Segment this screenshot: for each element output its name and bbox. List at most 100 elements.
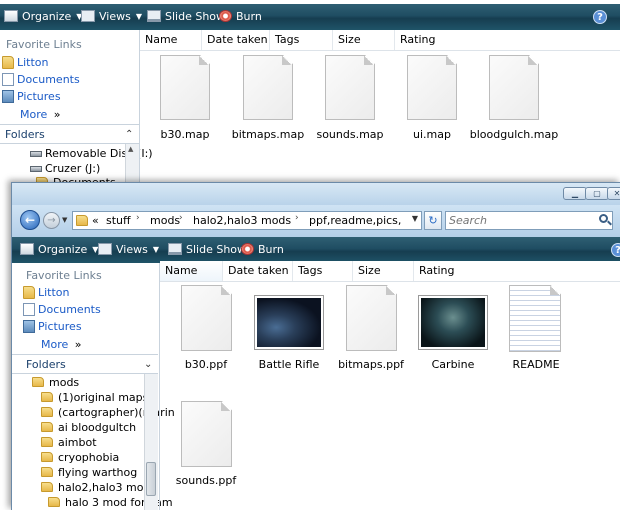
- column-tags[interactable]: Tags: [293, 261, 353, 281]
- battle-rifle-image: [257, 298, 321, 347]
- more-links[interactable]: More »: [41, 337, 82, 353]
- navigation-pane: Favorite Links Litton Documents Pictures…: [0, 30, 153, 189]
- documents-icon: [23, 303, 35, 316]
- organize-button[interactable]: Organize ▼: [4, 9, 82, 25]
- search-box[interactable]: [445, 211, 613, 230]
- slideshow-icon: [147, 10, 161, 22]
- slideshow-button[interactable]: Slide Show: [168, 242, 246, 258]
- chevron-up-icon: ⌃: [125, 129, 134, 140]
- folder-icon: [2, 56, 14, 69]
- burn-button[interactable]: Burn: [219, 9, 262, 25]
- organize-icon: [20, 243, 34, 255]
- column-name[interactable]: Name: [140, 30, 202, 50]
- folder-icon: [41, 452, 53, 462]
- views-icon: [81, 10, 95, 22]
- views-icon: [98, 243, 112, 255]
- pictures-icon: [2, 90, 14, 103]
- folder-icon: [41, 407, 53, 417]
- image-thumbnail: [254, 295, 324, 350]
- folder-icon: [76, 215, 88, 226]
- breadcrumb-separator-icon[interactable]: ›: [136, 213, 140, 223]
- pane-divider: [139, 30, 140, 182]
- image-thumbnail: [418, 295, 488, 350]
- address-bar[interactable]: « stuff › mods › halo2,halo3 mods › ppf,…: [72, 211, 422, 230]
- address-bar-row: ← → ▼ « stuff › mods › halo2,halo3 mods …: [12, 205, 620, 237]
- close-button[interactable]: ✕: [607, 187, 620, 200]
- organize-button[interactable]: Organize ▼: [20, 242, 98, 258]
- folders-scrollbar[interactable]: ▲: [125, 144, 139, 184]
- breadcrumb-mods[interactable]: mods: [150, 214, 180, 227]
- organize-icon: [4, 10, 18, 22]
- folder-icon: [41, 482, 53, 492]
- burn-icon: [219, 10, 232, 22]
- front-explorer-window: ▁ ▢ ✕ ← → ▼ « stuff › mods › halo2,halo3…: [11, 182, 620, 510]
- column-header-row: Name Date taken Tags Size Rating: [140, 30, 620, 51]
- column-header-row: Name Date taken Tags Size Rating: [160, 261, 620, 282]
- breadcrumb-separator-icon[interactable]: ›: [295, 213, 299, 223]
- maximize-button[interactable]: ▢: [585, 187, 609, 200]
- slideshow-button[interactable]: Slide Show: [147, 9, 225, 25]
- breadcrumb-current-folder[interactable]: ppf,readme,pics,: [309, 214, 401, 227]
- more-links[interactable]: More »: [20, 107, 61, 123]
- folder-icon: [41, 392, 53, 402]
- drive-icon: [30, 151, 42, 157]
- help-icon[interactable]: ?: [593, 10, 607, 24]
- document-icon: [160, 55, 210, 120]
- breadcrumb-separator-icon[interactable]: ›: [179, 213, 183, 223]
- arrow-right-icon: →: [47, 215, 56, 226]
- documents-icon: [2, 73, 14, 86]
- carbine-image: [421, 298, 485, 347]
- search-icon[interactable]: [599, 214, 608, 223]
- column-name[interactable]: Name: [160, 261, 223, 281]
- column-size[interactable]: Size: [353, 261, 414, 281]
- pane-divider: [159, 263, 160, 510]
- favorite-links-header: Favorite Links: [6, 38, 82, 51]
- folder-icon: [41, 467, 53, 477]
- document-icon: [325, 55, 375, 120]
- chevron-down-icon[interactable]: ▼: [412, 214, 418, 223]
- refresh-icon: ↻: [428, 214, 438, 227]
- refresh-button[interactable]: ↻: [424, 211, 442, 230]
- breadcrumb-stuff[interactable]: stuff: [106, 214, 131, 227]
- arrow-left-icon: ←: [24, 213, 36, 227]
- document-icon: [181, 285, 232, 351]
- chevron-down-icon: ⌄: [144, 359, 153, 370]
- minimize-button[interactable]: ▁: [563, 187, 587, 200]
- chevron-down-icon: ▼: [135, 12, 142, 21]
- column-rating[interactable]: Rating: [395, 30, 465, 50]
- command-bar: Organize▼ Views▼ Slide Show Burn ?: [0, 4, 620, 30]
- more-arrows-icon: »: [53, 108, 61, 121]
- views-button[interactable]: Views ▼: [98, 242, 159, 258]
- folder-icon: [48, 497, 60, 507]
- burn-button[interactable]: Burn: [241, 242, 284, 258]
- column-date-taken[interactable]: Date taken: [202, 30, 270, 50]
- breadcrumb-halo-mods[interactable]: halo2,halo3 mods: [193, 214, 291, 227]
- document-icon: [489, 55, 539, 120]
- column-tags[interactable]: Tags: [270, 30, 333, 50]
- column-size[interactable]: Size: [333, 30, 395, 50]
- command-bar: Organize▼ Views▼ Slide Show Burn ?: [12, 237, 620, 263]
- column-rating[interactable]: Rating: [414, 261, 484, 281]
- drive-icon: [30, 166, 42, 172]
- folders-toggle[interactable]: Folders ⌄: [12, 354, 158, 374]
- document-icon: [243, 55, 293, 120]
- forward-button[interactable]: →: [43, 212, 60, 229]
- burn-icon: [241, 243, 254, 255]
- folders-scrollbar[interactable]: [144, 374, 158, 510]
- column-date-taken[interactable]: Date taken: [223, 261, 293, 281]
- chevron-down-icon: ▼: [152, 245, 159, 254]
- title-bar[interactable]: ▁ ▢ ✕: [12, 183, 620, 205]
- search-input[interactable]: [449, 213, 584, 228]
- more-arrows-icon: »: [74, 338, 82, 351]
- back-button[interactable]: ←: [20, 210, 40, 230]
- recent-pages-dropdown[interactable]: ▼: [62, 216, 67, 224]
- folder-icon: [41, 422, 53, 432]
- text-document-icon: [509, 285, 561, 352]
- views-button[interactable]: Views ▼: [81, 9, 142, 25]
- folders-toggle[interactable]: Folders ⌃: [0, 124, 139, 144]
- help-icon[interactable]: ?: [611, 243, 620, 257]
- address-overflow-icon[interactable]: «: [92, 214, 99, 227]
- folder-icon: [23, 286, 35, 299]
- document-icon: [181, 401, 232, 467]
- folder-icon: [32, 377, 44, 387]
